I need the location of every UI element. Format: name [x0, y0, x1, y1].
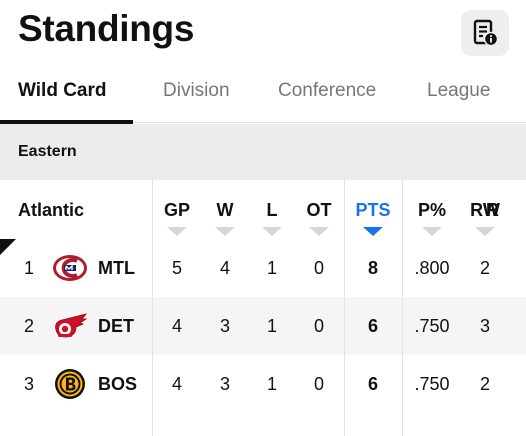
sort-chevron-icon [262, 227, 282, 236]
rank: 1 [24, 258, 35, 278]
stat-pct: .750 [414, 374, 450, 394]
document-info-icon [473, 19, 499, 47]
playoff-marker [0, 239, 16, 255]
team-abbr: DET [98, 316, 134, 336]
tab-division[interactable]: Division [163, 80, 230, 102]
sort-chevron-active-icon [363, 227, 383, 236]
team-abbr: MTL [98, 258, 135, 278]
division-label: Atlantic [18, 200, 85, 220]
rank: 2 [24, 316, 35, 336]
tab-conference[interactable]: Conference [278, 80, 376, 102]
tab-bar: Wild Card Division Conference League [0, 70, 526, 124]
sort-chevron-icon [475, 227, 495, 236]
sort-chevron-icon [215, 227, 235, 236]
rank: 3 [24, 374, 35, 394]
bruins-logo-icon [55, 369, 85, 399]
sort-chevron-icon [309, 227, 329, 236]
section-label: Eastern [18, 143, 77, 160]
stat-pct: .800 [414, 258, 450, 278]
stat-pts: 6 [367, 316, 378, 336]
table-row[interactable]: 3 BOS 4 3 1 0 6 .750 2 [0, 355, 526, 413]
table-row[interactable]: 2 DET 4 3 1 0 6 .750 3 [0, 297, 526, 355]
column-header-rw[interactable]: RW [455, 200, 515, 221]
stat-ot: 0 [313, 316, 324, 336]
red-wings-logo-icon [55, 313, 88, 338]
column-header-truncated-label: R [486, 200, 499, 220]
info-button[interactable] [461, 10, 509, 56]
tab-wild-card[interactable]: Wild Card [18, 80, 107, 102]
page-title: Standings [18, 8, 195, 49]
sort-chevron-icon [167, 227, 187, 236]
stat-pts: 8 [367, 258, 378, 278]
standings-table: 1 MTL 5 4 1 0 8 .800 2 2 DET 4 3 1 0 6 .… [0, 180, 526, 436]
sort-chevron-icon [422, 227, 442, 236]
stat-rw: 2 [479, 374, 490, 394]
stat-ot: 0 [313, 258, 324, 278]
tab-league[interactable]: League [427, 80, 490, 102]
column-header-ot[interactable]: OT [289, 200, 349, 221]
stat-pts: 6 [367, 374, 378, 394]
stat-rw: 2 [479, 258, 490, 278]
table-row[interactable]: 1 MTL 5 4 1 0 8 .800 2 [0, 239, 526, 297]
column-header-pct[interactable]: P% [402, 200, 462, 221]
stat-rw: 3 [479, 316, 490, 336]
stat-ot: 0 [313, 374, 324, 394]
canadiens-logo-icon [53, 255, 87, 281]
stat-pct: .750 [414, 316, 450, 336]
team-abbr: BOS [98, 374, 138, 394]
conference-section-header: Eastern [0, 124, 526, 180]
column-header-pts[interactable]: PTS [343, 200, 403, 221]
